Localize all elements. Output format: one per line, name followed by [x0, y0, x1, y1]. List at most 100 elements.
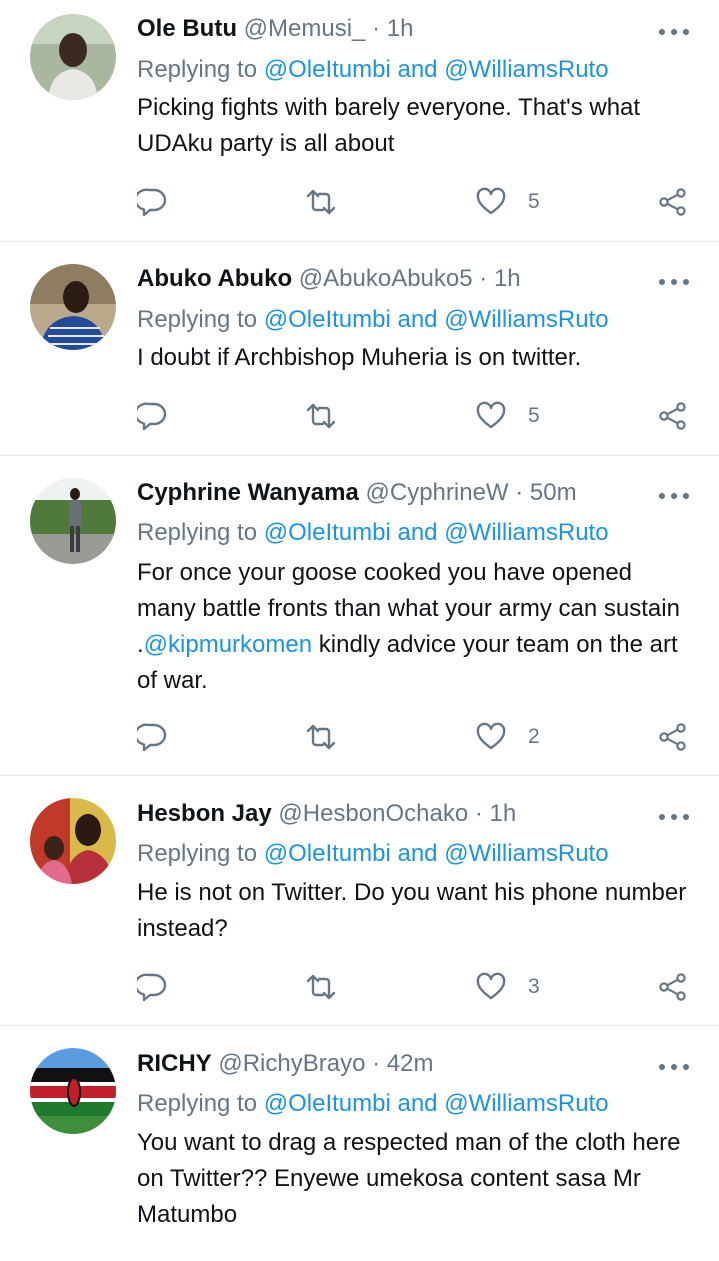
share-icon	[659, 402, 686, 430]
replying-to: Replying to @OleItumbi and @WilliamsRuto	[137, 838, 699, 870]
tweet-text: I doubt if Archbishop Muheria is on twit…	[137, 340, 691, 376]
replying-to-mentions[interactable]: @OleItumbi and @WilliamsRuto	[264, 306, 609, 333]
tweet-text-part: You want to drag a respected man of the …	[137, 1129, 681, 1228]
replying-to-label: Replying to	[137, 56, 258, 83]
timestamp[interactable]: 1h	[490, 800, 517, 827]
like-count: 5	[528, 404, 540, 427]
reply-icon	[137, 723, 167, 752]
reply-icon	[137, 402, 167, 431]
replying-to-label: Replying to	[137, 840, 258, 867]
retweet-button[interactable]	[306, 186, 336, 218]
retweet-button[interactable]	[306, 971, 336, 1003]
share-icon	[659, 973, 686, 1001]
share-icon	[659, 188, 686, 216]
tweet-header: Hesbon Jay @HesbonOchako · 1h	[137, 798, 659, 830]
reply-button[interactable]	[137, 971, 167, 1003]
heart-icon	[476, 972, 506, 1000]
reply-icon	[137, 973, 167, 1002]
like-button[interactable]: 3	[476, 971, 540, 1003]
like-button[interactable]: 5	[476, 400, 540, 432]
avatar[interactable]	[30, 478, 116, 564]
author-handle[interactable]: @Memusi_	[244, 15, 366, 42]
retweet-button[interactable]	[306, 400, 336, 432]
replying-to-mentions[interactable]: @OleItumbi and @WilliamsRuto	[264, 1090, 609, 1117]
replying-to: Replying to @OleItumbi and @WilliamsRuto	[137, 304, 699, 336]
tweet-card[interactable]: RICHY @RichyBrayo · 42m Replying to @Ole…	[0, 1026, 719, 1261]
timestamp[interactable]: 42m	[387, 1050, 434, 1077]
tweet-text-part: I doubt if Archbishop Muheria is on twit…	[137, 344, 582, 371]
tweet-card[interactable]: Hesbon Jay @HesbonOchako · 1h Replying t…	[0, 776, 719, 1026]
author-handle[interactable]: @RichyBrayo	[218, 1050, 365, 1077]
replying-to-label: Replying to	[137, 519, 258, 546]
retweet-icon	[306, 403, 336, 429]
separator-dot: ·	[372, 15, 381, 42]
author-handle[interactable]: @HesbonOchako	[278, 800, 468, 827]
separator-dot: ·	[479, 265, 488, 292]
replying-to: Replying to @OleItumbi and @WilliamsRuto	[137, 54, 699, 86]
more-options-icon[interactable]	[659, 27, 689, 37]
retweet-icon	[306, 189, 336, 215]
author-handle[interactable]: @CyphrineW	[366, 479, 509, 506]
reply-button[interactable]	[137, 186, 167, 218]
separator-dot: ·	[372, 1050, 381, 1077]
tweet-text: He is not on Twitter. Do you want his ph…	[137, 875, 691, 947]
avatar[interactable]	[30, 798, 116, 884]
reply-button[interactable]	[137, 721, 167, 753]
author-handle[interactable]: @AbukoAbuko5	[299, 265, 473, 292]
timestamp[interactable]: 50m	[530, 479, 577, 506]
reply-icon	[137, 188, 167, 217]
heart-icon	[476, 187, 506, 215]
author-name[interactable]: RICHY	[137, 1050, 212, 1077]
avatar[interactable]	[30, 1048, 116, 1134]
replying-to: Replying to @OleItumbi and @WilliamsRuto	[137, 1088, 699, 1120]
replying-to-mentions[interactable]: @OleItumbi and @WilliamsRuto	[264, 519, 609, 546]
tweet-header: Cyphrine Wanyama @CyphrineW · 50m	[137, 477, 659, 509]
share-button[interactable]	[658, 971, 688, 1003]
tweet-header: Ole Butu @Memusi_ · 1h	[137, 13, 659, 45]
like-button[interactable]: 5	[476, 186, 540, 218]
replying-to-label: Replying to	[137, 306, 258, 333]
more-options-icon[interactable]	[659, 812, 689, 822]
like-count: 5	[528, 190, 540, 213]
share-button[interactable]	[658, 721, 688, 753]
author-name[interactable]: Abuko Abuko	[137, 265, 292, 292]
share-button[interactable]	[658, 400, 688, 432]
retweet-icon	[306, 974, 336, 1000]
tweet-text: For once your goose cooked you have open…	[137, 555, 691, 699]
like-button[interactable]: 2	[476, 721, 540, 753]
author-name[interactable]: Ole Butu	[137, 15, 237, 42]
more-options-icon[interactable]	[659, 491, 689, 501]
author-name[interactable]: Cyphrine Wanyama	[137, 479, 359, 506]
tweet-header: RICHY @RichyBrayo · 42m	[137, 1048, 659, 1080]
share-button[interactable]	[658, 186, 688, 218]
more-options-icon[interactable]	[659, 1062, 689, 1072]
tweet-card[interactable]: Cyphrine Wanyama @CyphrineW · 50m Replyi…	[0, 456, 719, 776]
tweet-text-part: He is not on Twitter. Do you want his ph…	[137, 879, 687, 942]
tweet-card[interactable]: Ole Butu @Memusi_ · 1h Replying to @OleI…	[0, 0, 719, 242]
separator-dot: ·	[474, 800, 483, 827]
tweet-text: You want to drag a respected man of the …	[137, 1125, 691, 1233]
like-count: 3	[528, 975, 540, 998]
replying-to-label: Replying to	[137, 1090, 258, 1117]
author-name[interactable]: Hesbon Jay	[137, 800, 272, 827]
tweet-header: Abuko Abuko @AbukoAbuko5 · 1h	[137, 263, 659, 295]
reply-button[interactable]	[137, 400, 167, 432]
tweet-card[interactable]: Abuko Abuko @AbukoAbuko5 · 1h Replying t…	[0, 242, 719, 456]
mention-link[interactable]: @kipmurkomen	[144, 631, 312, 658]
tweet-text: Picking fights with barely everyone. Tha…	[137, 90, 691, 162]
share-icon	[659, 723, 686, 751]
retweet-icon	[306, 724, 336, 750]
more-options-icon[interactable]	[659, 277, 689, 287]
avatar[interactable]	[30, 14, 116, 100]
heart-icon	[476, 722, 506, 750]
avatar[interactable]	[30, 264, 116, 350]
separator-dot: ·	[515, 479, 524, 506]
tweet-text-part: Picking fights with barely everyone. Tha…	[137, 94, 641, 157]
timestamp[interactable]: 1h	[387, 15, 414, 42]
replying-to-mentions[interactable]: @OleItumbi and @WilliamsRuto	[264, 840, 609, 867]
retweet-button[interactable]	[306, 721, 336, 753]
timestamp[interactable]: 1h	[494, 265, 521, 292]
replying-to-mentions[interactable]: @OleItumbi and @WilliamsRuto	[264, 56, 609, 83]
replying-to: Replying to @OleItumbi and @WilliamsRuto	[137, 517, 699, 549]
like-count: 2	[528, 725, 540, 748]
